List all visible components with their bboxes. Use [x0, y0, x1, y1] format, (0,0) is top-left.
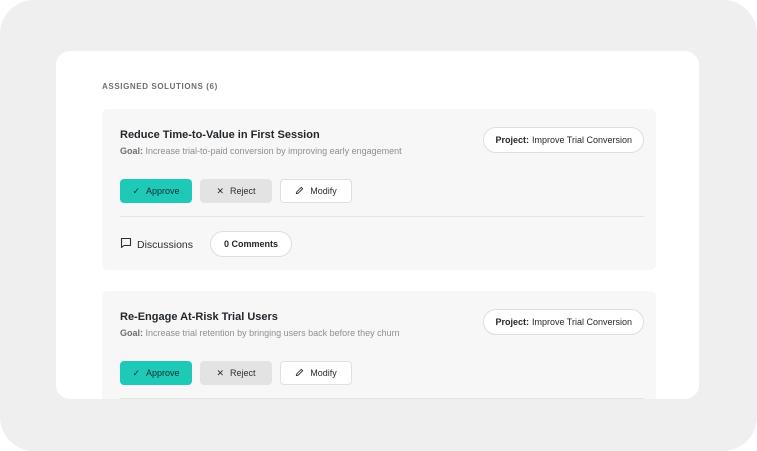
approve-label: Approve — [146, 186, 180, 196]
x-icon: ✕ — [216, 367, 225, 378]
modify-label: Modify — [310, 186, 337, 196]
outer-frame: ASSIGNED SOLUTIONS (6) Reduce Time-to-Va… — [0, 0, 757, 451]
comments-button[interactable]: 0 Comments — [210, 231, 293, 257]
project-label: Project: — [495, 135, 529, 145]
project-value: Improve Trial Conversion — [531, 135, 632, 145]
check-icon: ✓ — [132, 367, 140, 378]
solution-card: Re-Engage At-Risk Trial Users Goal: Incr… — [102, 291, 656, 399]
reject-label: Reject — [230, 368, 256, 378]
goal-text: Increase trial retention by bringing use… — [143, 328, 400, 338]
goal-label: Goal: — [120, 328, 144, 338]
approve-button[interactable]: ✓ Approve — [120, 179, 192, 203]
pencil-icon — [295, 368, 304, 379]
check-icon: ✓ — [132, 185, 140, 196]
x-icon: ✕ — [216, 185, 225, 196]
section-heading: ASSIGNED SOLUTIONS (6) — [102, 82, 218, 91]
solution-title: Reduce Time-to-Value in First Session — [120, 129, 320, 141]
divider — [120, 398, 644, 399]
project-pill[interactable]: Project: Improve Trial Conversion — [483, 127, 644, 153]
goal-label: Goal: — [120, 146, 144, 156]
discussions-toggle[interactable]: Discussions — [120, 237, 193, 252]
pencil-icon — [295, 186, 304, 197]
solution-card: Reduce Time-to-Value in First Session Go… — [102, 109, 656, 270]
divider — [120, 216, 644, 217]
project-value: Improve Trial Conversion — [531, 317, 632, 327]
modify-button[interactable]: Modify — [280, 361, 352, 385]
goal-text: Increase trial-to-paid conversion by imp… — [143, 146, 402, 156]
approve-label: Approve — [146, 368, 180, 378]
solution-title: Re-Engage At-Risk Trial Users — [120, 311, 278, 323]
reject-button[interactable]: ✕ Reject — [200, 179, 272, 203]
discussions-label: Discussions — [137, 238, 194, 251]
modify-button[interactable]: Modify — [280, 179, 352, 203]
modify-label: Modify — [310, 368, 337, 378]
reject-label: Reject — [230, 186, 256, 196]
assigned-solutions-panel: ASSIGNED SOLUTIONS (6) Reduce Time-to-Va… — [56, 51, 699, 399]
project-pill[interactable]: Project: Improve Trial Conversion — [483, 309, 644, 335]
approve-button[interactable]: ✓ Approve — [120, 361, 192, 385]
project-label: Project: — [495, 317, 529, 327]
solution-goal: Goal: Increase trial-to-paid conversion … — [120, 146, 402, 156]
solution-goal: Goal: Increase trial retention by bringi… — [120, 328, 400, 338]
reject-button[interactable]: ✕ Reject — [200, 361, 272, 385]
chat-bubble-icon — [120, 237, 132, 252]
